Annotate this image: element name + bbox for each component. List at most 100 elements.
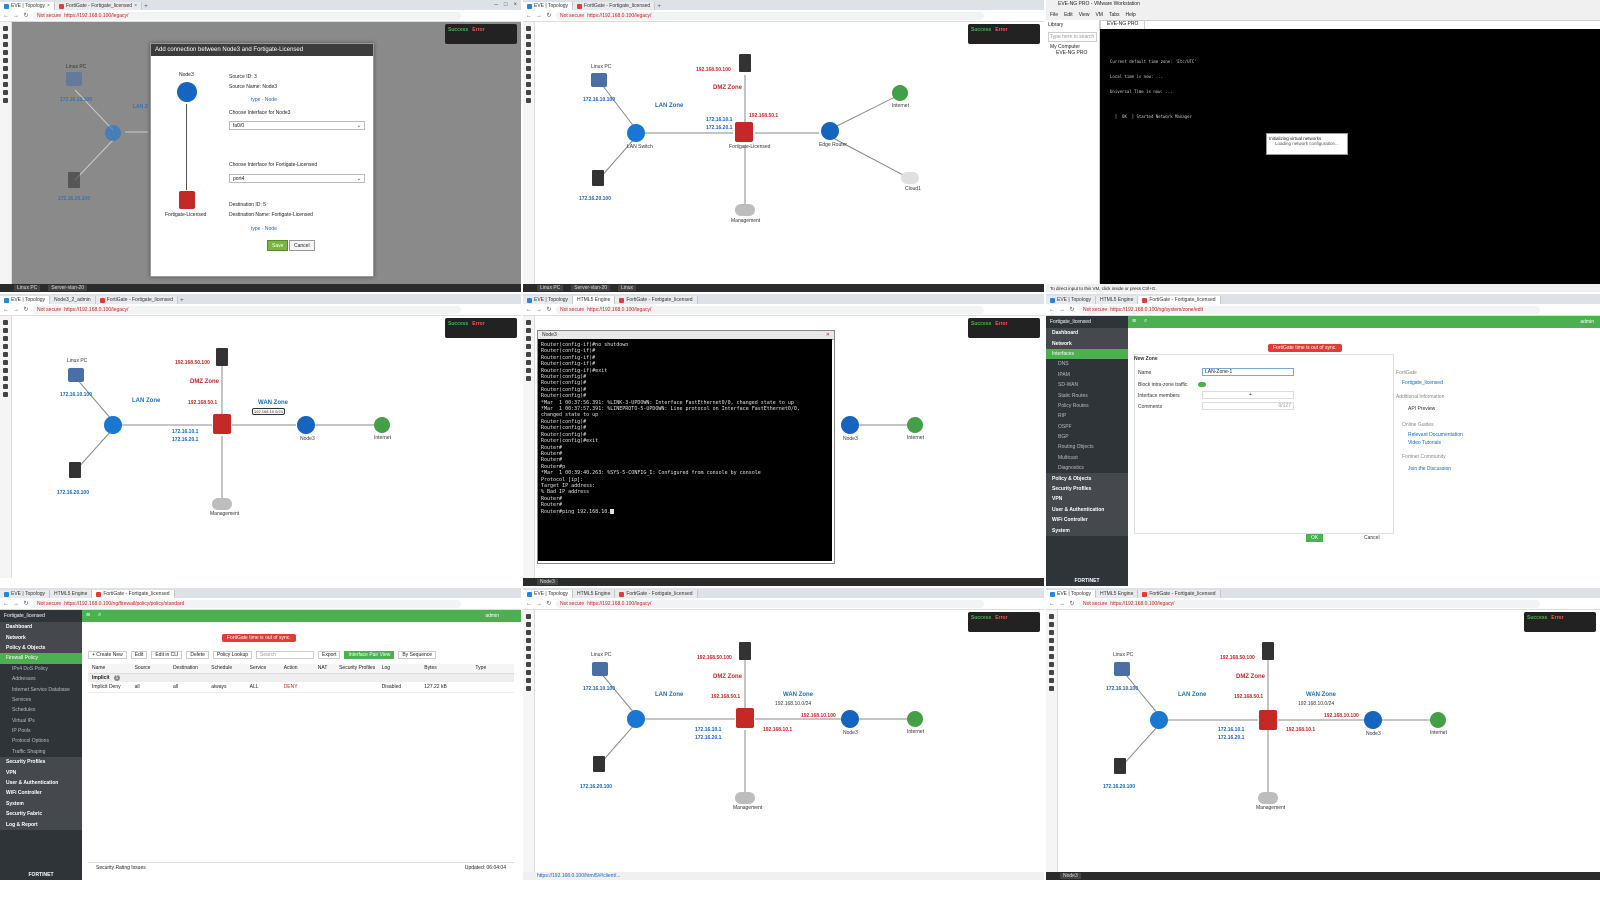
server-node[interactable] [68, 172, 80, 188]
fortigate-node[interactable] [213, 414, 231, 434]
tab-html5[interactable]: HTML5 Engine [50, 590, 93, 598]
block-intra-zone-toggle[interactable] [1198, 382, 1206, 387]
lan-switch-node[interactable] [104, 416, 122, 434]
server-node[interactable] [69, 462, 81, 478]
admin-user[interactable]: admin [1580, 319, 1594, 325]
server-node[interactable] [1114, 758, 1126, 774]
menu-vm[interactable]: VM [1095, 12, 1103, 18]
toolbar-button-search[interactable]: Search [256, 651, 315, 659]
console-tab[interactable]: Linux PC [537, 285, 564, 291]
lan-switch-node[interactable] [105, 125, 121, 141]
video-tutorials-link[interactable]: Video Tutorials [1408, 440, 1441, 446]
relevant-doc-link[interactable]: Relevant Documentation [1408, 432, 1463, 438]
node3-router[interactable] [1364, 711, 1382, 729]
tree-eve-ng-pro[interactable]: EVE-NG PRO [1046, 50, 1099, 56]
menu-view[interactable]: View [1079, 12, 1090, 18]
sidebar-item-log-report[interactable]: Log & Report [0, 819, 82, 830]
close-icon[interactable]: ✕ [826, 332, 834, 338]
tab-fortigate[interactable]: FortiGate - Fortigate_licensed [92, 590, 175, 598]
sidebar-item-bgp[interactable]: BGP [1046, 432, 1128, 442]
node3-router[interactable] [841, 710, 859, 728]
internet-node[interactable] [907, 711, 923, 727]
sidebar-item-security-profiles[interactable]: Security Profiles [0, 757, 82, 768]
ok-button[interactable]: OK [1306, 534, 1324, 542]
lan-switch-node[interactable] [1150, 711, 1168, 729]
console-tab[interactable]: Node3 [537, 579, 558, 585]
menu-help[interactable]: Help [1126, 12, 1136, 18]
dmz-server-node[interactable] [739, 642, 751, 660]
comments-input[interactable]: 0/127 [1202, 402, 1294, 410]
dst-interface-select[interactable]: port4 ⌄ [229, 174, 365, 183]
zone-name-input[interactable]: LAN-Zone-1 [1202, 368, 1294, 376]
internet-node[interactable] [907, 417, 923, 433]
cancel-button[interactable]: Cancel [289, 240, 315, 251]
sidebar-item-addresses[interactable]: Addresses [0, 674, 82, 684]
src-interface-select[interactable]: fa0/0 ⌄ [229, 121, 365, 130]
library-search[interactable]: Type here to search [1048, 32, 1097, 42]
sidebar-item-diagnostics[interactable]: Diagnostics [1046, 463, 1128, 473]
back-icon[interactable]: ← [3, 601, 9, 607]
sidebar-item-user-authentication[interactable]: User & Authentication [1046, 504, 1128, 516]
not-secure-badge[interactable]: Not secure [37, 601, 61, 607]
menu-edit[interactable]: Edit [1064, 12, 1073, 18]
menu-file[interactable]: File [1050, 12, 1058, 18]
sidebar-item-multicast[interactable]: Multicast [1046, 453, 1128, 463]
console-tab[interactable]: Node3 [1060, 873, 1081, 879]
sidebar-item-ip-pools[interactable]: IP Pools [0, 726, 82, 736]
management-cloud-node[interactable] [1258, 792, 1278, 804]
sidebar-item-vpn[interactable]: VPN [0, 767, 82, 778]
sidebar-item-security-profiles[interactable]: Security Profiles [1046, 483, 1128, 495]
toolbar-button-policy-lookup[interactable]: Policy Lookup [212, 651, 253, 659]
join-discussion-link[interactable]: Join the Discussion [1408, 466, 1451, 472]
sidebar-item-interfaces[interactable]: Interfaces [1046, 348, 1128, 360]
dmz-server-node[interactable] [216, 348, 228, 366]
cancel-button[interactable]: Cancel [1364, 535, 1380, 541]
url-field[interactable]: Not secure https://192.168.0.100/ng/firew… [33, 599, 461, 608]
linux-pc-node[interactable] [66, 72, 82, 86]
tab-html5[interactable]: HTML5 Engine [1096, 296, 1139, 304]
toolbar-button-by-sequence[interactable]: By Sequence [398, 651, 437, 659]
internet-node[interactable] [1430, 712, 1446, 728]
sidebar-item-security-fabric[interactable]: Security Fabric [0, 809, 82, 820]
tab-eve-topology[interactable]: EVE | Topology [1046, 296, 1097, 304]
linux-pc-node[interactable] [68, 368, 84, 382]
sidebar-item-wifi-controller[interactable]: WiFi Controller [0, 788, 82, 799]
fortigate-node[interactable] [1259, 710, 1277, 730]
terminal-output[interactable]: Router(config-if)#no shutdown Router(conf… [538, 339, 832, 561]
sidebar-item-ospf[interactable]: OSPF [1046, 422, 1128, 432]
edge-router-node[interactable] [821, 122, 839, 140]
not-secure-badge[interactable]: Not secure [1083, 307, 1107, 313]
management-cloud-node[interactable] [735, 204, 755, 216]
cloud-node[interactable] [901, 172, 919, 184]
dmz-server-node[interactable] [739, 54, 751, 72]
table-row[interactable]: Implicit Deny all all always ALL DENY Disabled… [88, 683, 514, 693]
sidebar-item-traffic-shaping[interactable]: Traffic Shaping [0, 747, 82, 757]
management-cloud-node[interactable] [212, 498, 232, 510]
console-tab[interactable]: Server-vlan-20 [571, 285, 611, 291]
sidebar-item-schedules[interactable]: Schedules [0, 705, 82, 715]
sidebar-item-user-authentication[interactable]: User & Authentication [0, 777, 82, 789]
forward-icon[interactable]: → [13, 601, 19, 607]
fortigate-node[interactable] [736, 708, 754, 728]
security-rating-label[interactable]: Security Rating Issues [88, 865, 146, 871]
server-node[interactable] [593, 756, 605, 772]
console-tab[interactable]: Linux PC [14, 285, 41, 291]
lan-switch-node[interactable] [627, 124, 645, 142]
api-preview-link[interactable]: API Preview [1408, 406, 1435, 412]
menu-tabs[interactable]: Tabs [1109, 12, 1120, 18]
fortigate-node[interactable] [735, 122, 753, 142]
sidebar-item-wifi-controller[interactable]: WiFi Controller [1046, 515, 1128, 526]
search-icon[interactable]: ⌕ [1144, 318, 1147, 325]
url-field[interactable]: Not secure https://192.168.0.100/ng/syste… [1079, 305, 1540, 314]
internet-node[interactable] [374, 417, 390, 433]
node3-router[interactable] [841, 416, 859, 434]
tab-fortigate[interactable]: FortiGate - Fortigate_licensed [1138, 296, 1221, 304]
console-tab[interactable]: Linux [618, 285, 637, 291]
internet-node[interactable] [892, 85, 908, 101]
toolbar-button-edit-in-cli[interactable]: Edit in CLI [151, 651, 183, 659]
sidebar-item-routing-objects[interactable]: Routing Objects [1046, 442, 1128, 452]
policy-group-row[interactable]: Implicit 1 [88, 674, 514, 682]
sidebar-item-static-routes[interactable]: Static Routes [1046, 390, 1128, 400]
search-icon[interactable]: ⌕ [98, 612, 101, 619]
wan-ip-input[interactable]: 192.168.10.0/24 [252, 408, 285, 415]
